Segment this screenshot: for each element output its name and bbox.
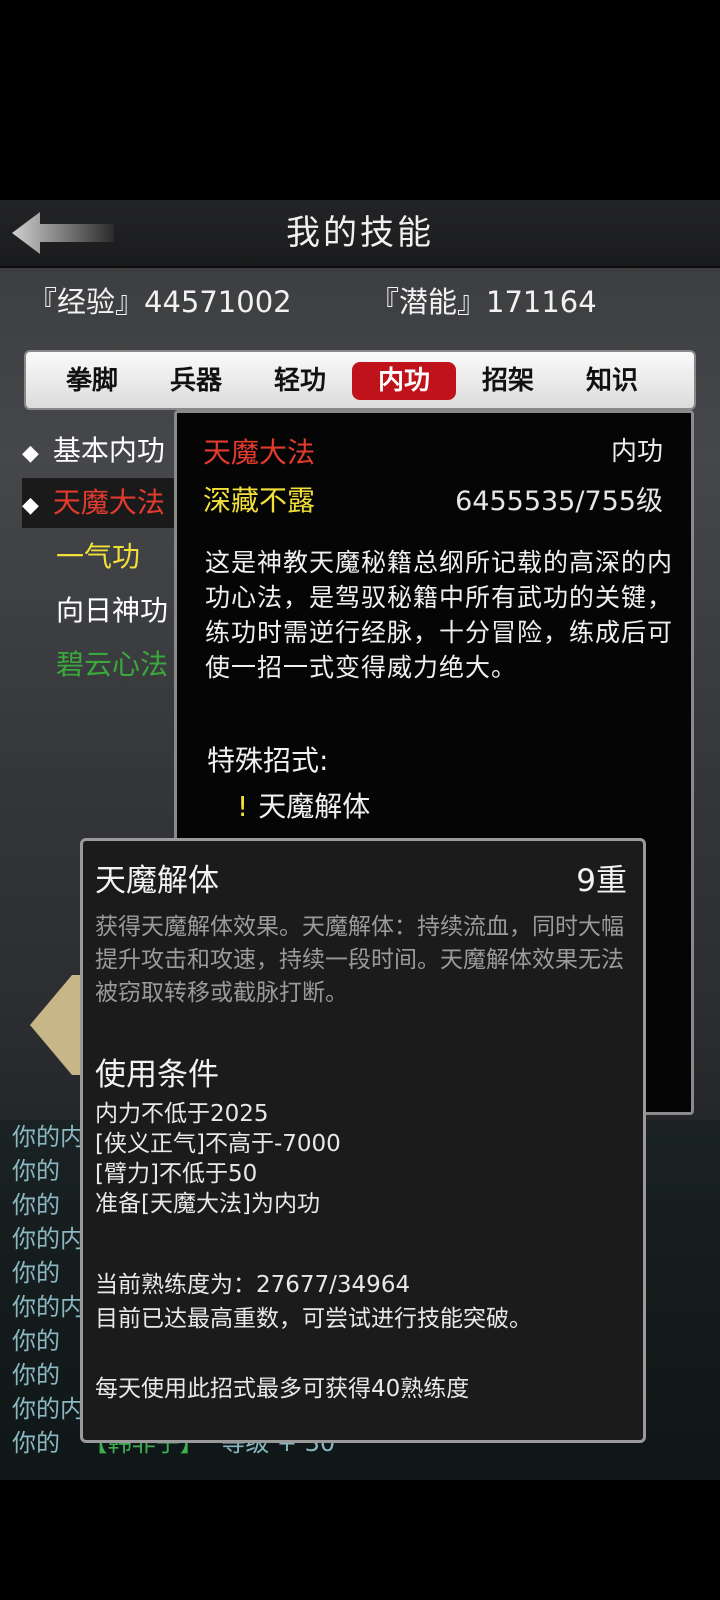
diamond-icon: ◆ xyxy=(22,493,39,518)
move-description: 获得天魔解体效果。天魔解体：持续流血，同时大幅提升攻击和攻速，持续一段时间。天魔… xyxy=(95,914,624,1006)
log-line: 你的内 xyxy=(12,1395,84,1423)
log-line: 你的 xyxy=(12,1259,60,1287)
log-line: 你的 xyxy=(12,1327,60,1355)
daily-limit-note: 每天使用此招式最多可获得40熟练度 xyxy=(95,1376,470,1402)
log-prefix: 你的 xyxy=(12,1429,60,1457)
skill-name: 天魔大法 xyxy=(203,436,316,469)
move-tier: 9重 xyxy=(576,863,627,899)
max-tier-note: 目前已达最高重数，可尝试进行技能突破。 xyxy=(95,1306,532,1332)
skill-label: 一气功 xyxy=(56,540,141,573)
skill-label: 向日神功 xyxy=(56,594,169,627)
page-title: 我的技能 xyxy=(286,213,434,253)
tab-inner-power[interactable]: 内功 xyxy=(352,362,456,400)
condition-item: 内力不低于2025 xyxy=(95,1101,269,1127)
log-line: 你的 xyxy=(12,1361,60,1389)
skill-category-tabs: 拳脚 兵器 轻功 内功 招架 知识 xyxy=(24,350,696,410)
proficiency-text: 当前熟练度为：27677/34964 xyxy=(95,1272,411,1298)
special-moves-title: 特殊招式: xyxy=(207,744,329,777)
skill-type: 内功 xyxy=(610,437,663,467)
skill-label: 基本内功 xyxy=(52,434,165,467)
skill-label: 碧云心法 xyxy=(56,648,169,681)
potential-stat: 『潜能』171164 xyxy=(370,285,597,319)
condition-item: [侠义正气]不高于-7000 xyxy=(95,1131,341,1157)
special-move-item[interactable]: ! 天魔解体 xyxy=(237,785,370,825)
condition-item: [臂力]不低于50 xyxy=(95,1161,258,1187)
log-line: 你的 xyxy=(12,1191,60,1219)
special-move-label: 天魔解体 xyxy=(258,790,371,823)
log-line: 你的内 xyxy=(12,1225,84,1253)
skill-label: 天魔大法 xyxy=(52,486,165,519)
log-line: 你的内 xyxy=(12,1293,84,1321)
tab-weapon[interactable]: 兵器 xyxy=(144,362,248,400)
skill-level: 6455535/755级 xyxy=(455,486,663,517)
tab-knowledge[interactable]: 知识 xyxy=(560,362,664,400)
move-info-popup: 天魔解体 9重 获得天魔解体效果。天魔解体：持续流血，同时大幅提升攻击和攻速，持… xyxy=(80,838,646,1443)
log-line: 你的 xyxy=(12,1157,60,1185)
tab-parry[interactable]: 招架 xyxy=(456,362,560,400)
log-line: 你的内 xyxy=(12,1123,84,1151)
conditions-title: 使用条件 xyxy=(95,1057,219,1093)
move-name: 天魔解体 xyxy=(95,863,219,899)
experience-stat: 『经验』44571002 xyxy=(28,285,292,319)
tab-lightness[interactable]: 轻功 xyxy=(248,362,352,400)
exclamation-icon: ! xyxy=(237,790,249,823)
skill-description: 这是神教天魔秘籍总纲所记载的高深的内功心法，是驾驭秘籍中所有武功的关键，练功时需… xyxy=(205,548,674,682)
condition-item: 准备[天魔大法]为内功 xyxy=(95,1191,320,1217)
skill-rank: 深藏不露 xyxy=(203,484,316,517)
diamond-icon: ◆ xyxy=(22,441,39,466)
tab-fist[interactable]: 拳脚 xyxy=(40,362,144,400)
